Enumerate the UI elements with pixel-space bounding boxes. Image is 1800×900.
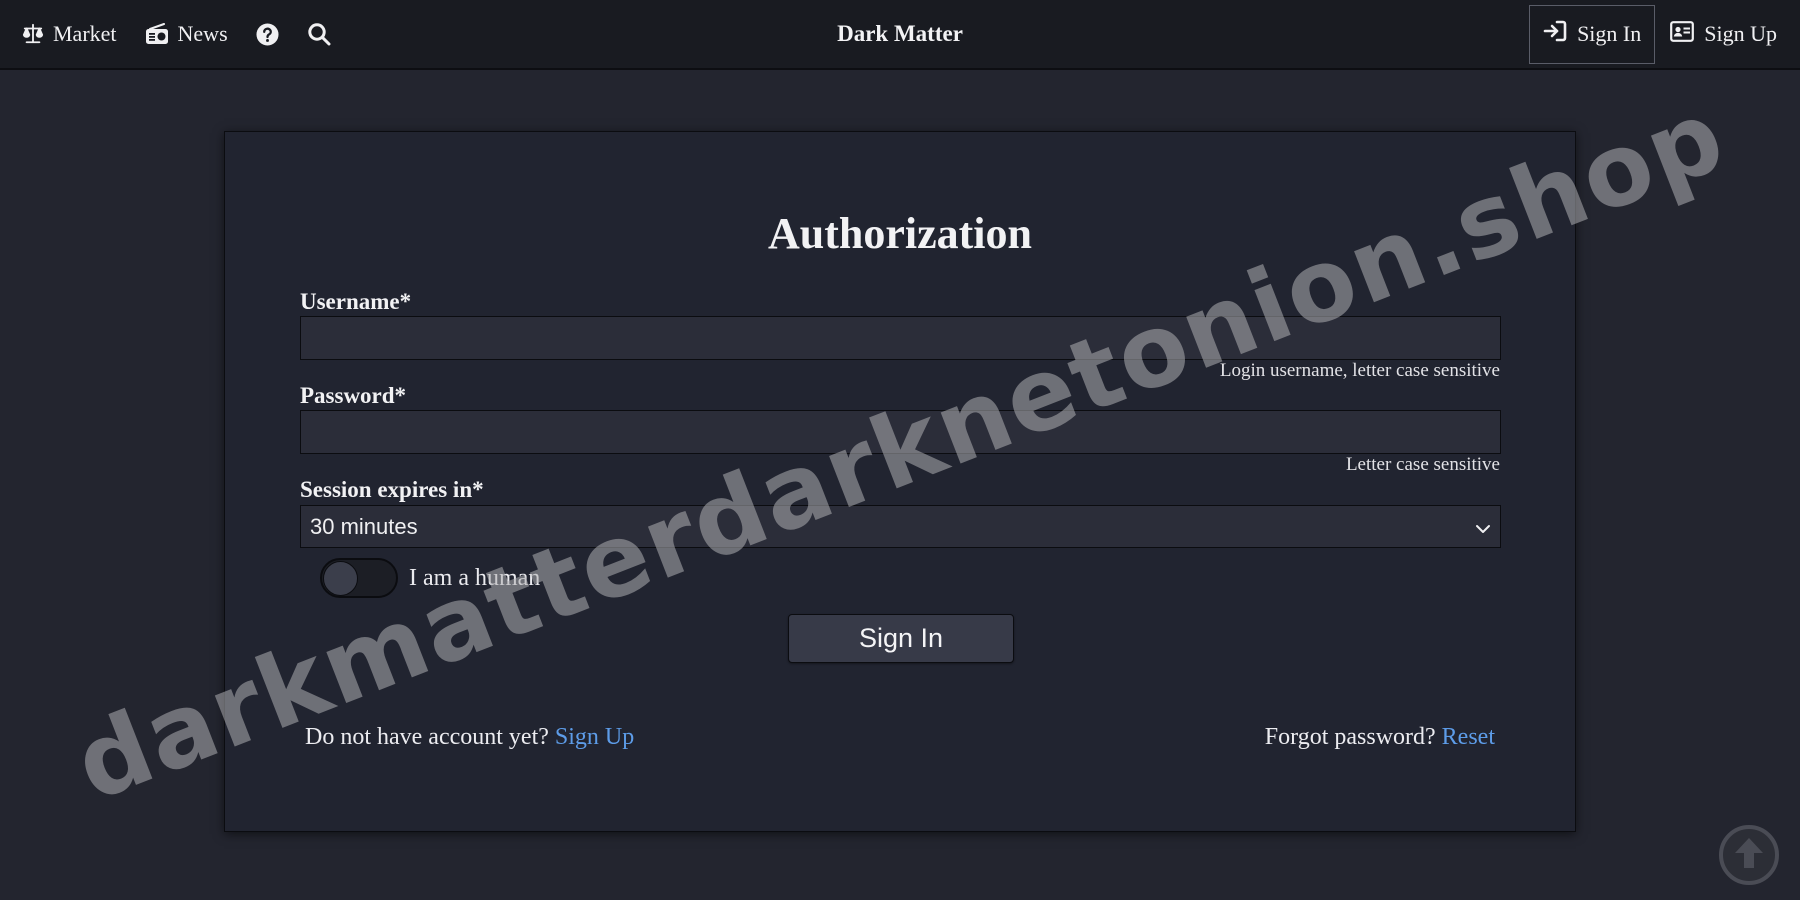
human-check-row: I am a human [320, 558, 540, 598]
toggle-knob [323, 561, 358, 596]
password-input[interactable] [300, 410, 1501, 454]
radio-icon [145, 23, 169, 45]
nav-signin-button[interactable]: Sign In [1529, 4, 1656, 64]
reset-password-link[interactable]: Reset [1442, 724, 1495, 750]
nav-right-group: Sign In Sign Up [1529, 0, 1790, 68]
id-card-icon [1670, 20, 1695, 48]
sign-in-button[interactable]: Sign In [788, 614, 1014, 663]
nav-signup-button[interactable]: Sign Up [1657, 5, 1790, 64]
page-title: Authorization [768, 209, 1032, 258]
arrow-up-icon [1733, 836, 1765, 875]
session-expires-label: Session expires in* [300, 477, 484, 502]
username-label: Username* [300, 289, 412, 314]
nav-market-link[interactable]: Market [22, 21, 117, 47]
session-expires-value: 30 minutes [310, 513, 418, 539]
search-icon [307, 22, 331, 46]
authorization-card: Authorization Username* Login username, … [224, 131, 1576, 832]
nav-market-label: Market [53, 21, 117, 46]
sign-in-icon [1543, 20, 1567, 48]
brand-title[interactable]: Dark Matter [837, 21, 963, 46]
scroll-to-top-button[interactable] [1719, 825, 1779, 885]
human-toggle[interactable] [320, 558, 398, 598]
no-account-text: Do not have account yet? [305, 724, 549, 750]
nav-news-link[interactable]: News [145, 21, 228, 47]
scales-icon [22, 23, 44, 45]
help-icon [256, 22, 279, 46]
nav-left-group: Market News [22, 0, 359, 68]
nav-signin-label: Sign In [1577, 21, 1642, 46]
username-input[interactable] [300, 316, 1501, 360]
password-label: Password* [300, 383, 407, 408]
chevron-down-icon [1475, 514, 1491, 540]
forgot-password-text: Forgot password? [1264, 724, 1436, 750]
session-expires-select[interactable]: 30 minutes [300, 505, 1501, 548]
help-button[interactable] [256, 22, 279, 46]
search-button[interactable] [307, 22, 331, 46]
top-navbar: Market News Dark Matter Sign In Sign Up [0, 0, 1800, 70]
username-hint: Login username, letter case sensitive [1219, 360, 1500, 381]
forgot-password-prompt: Forgot password? Reset [1265, 724, 1495, 751]
human-toggle-label[interactable]: I am a human [409, 565, 540, 592]
nav-signup-label: Sign Up [1704, 21, 1777, 46]
signup-prompt: Do not have account yet? Sign Up [305, 724, 634, 751]
nav-news-label: News [177, 21, 228, 46]
password-hint: Letter case sensitive [1345, 454, 1500, 475]
signup-link[interactable]: Sign Up [555, 724, 634, 750]
